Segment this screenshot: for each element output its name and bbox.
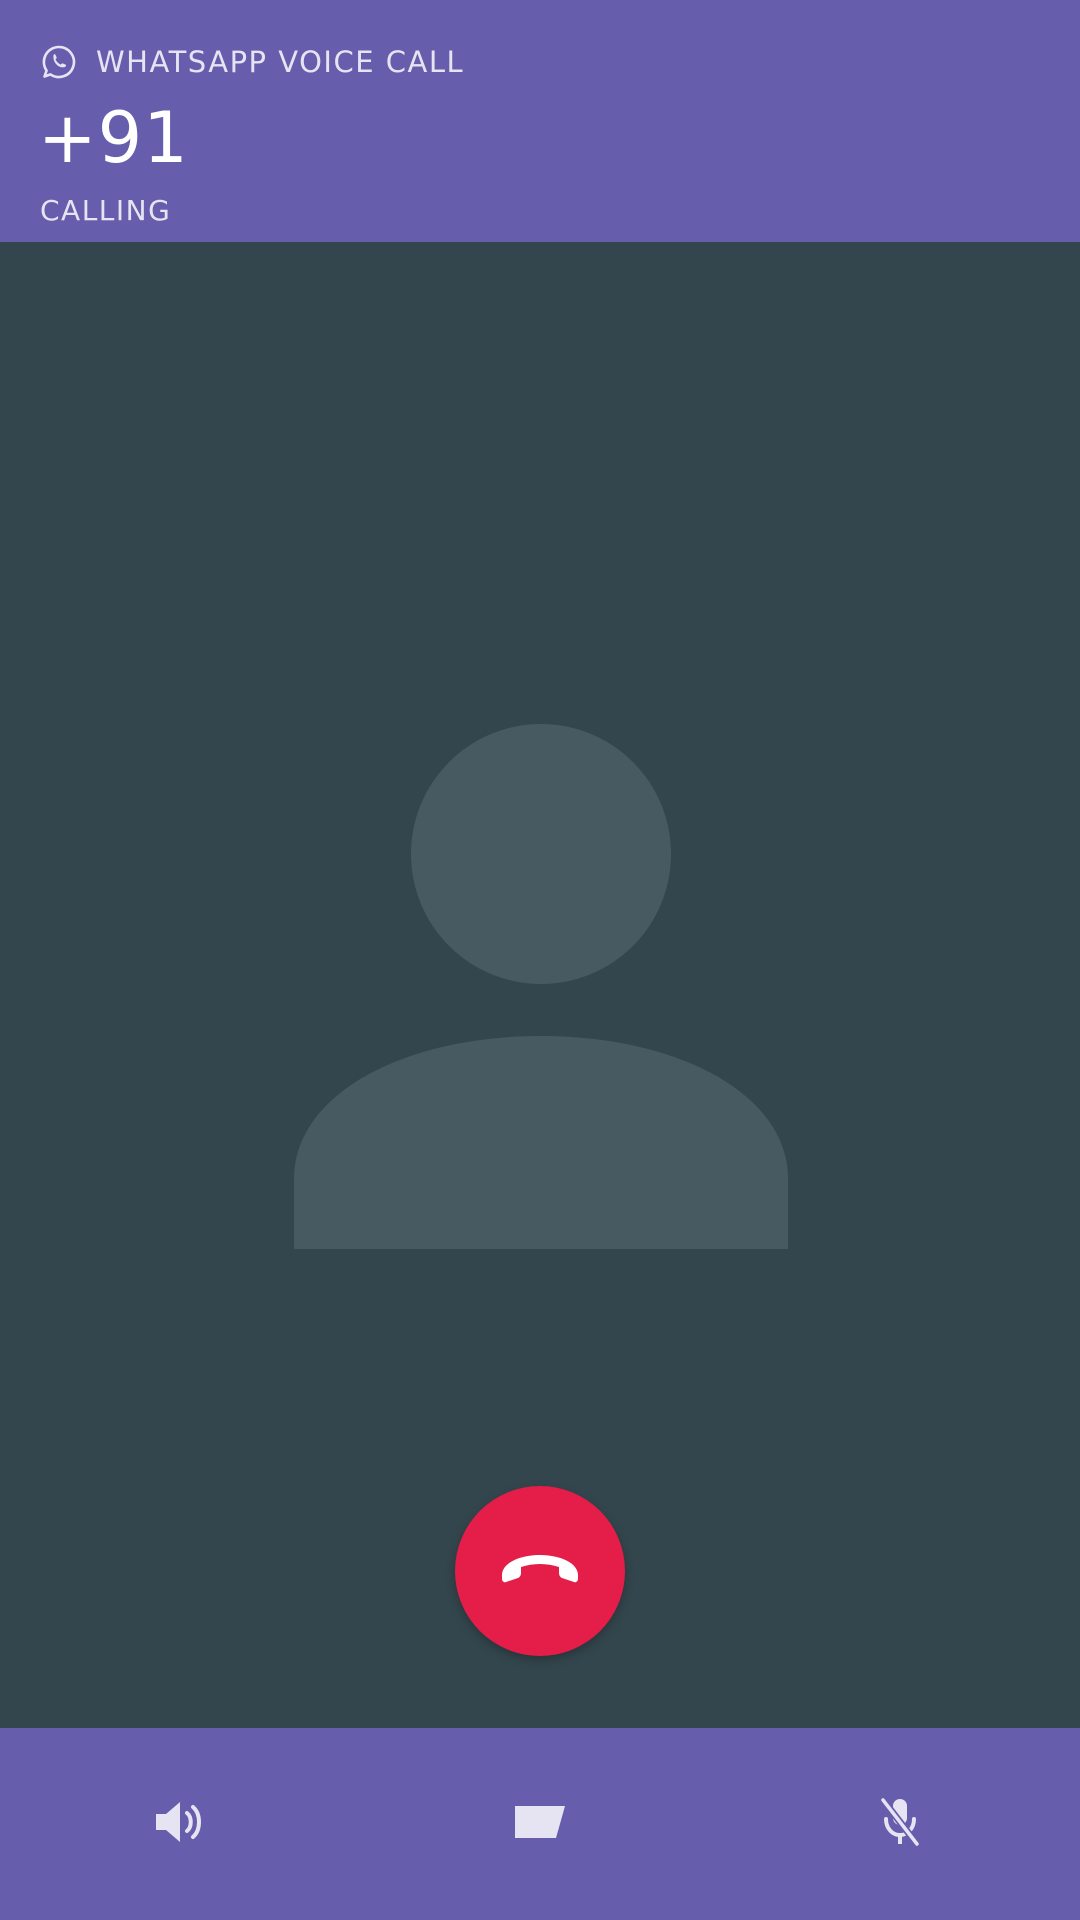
whatsapp-icon — [40, 43, 78, 81]
call-header: WHATSAPP VOICE CALL +91 CALLING — [0, 0, 1080, 242]
end-call-button[interactable] — [455, 1486, 625, 1656]
phone-hangup-icon — [498, 1549, 582, 1593]
call-screen: WHATSAPP VOICE CALL +91 CALLING — [0, 0, 1080, 1920]
video-camera-icon — [512, 1802, 568, 1846]
app-row: WHATSAPP VOICE CALL — [40, 40, 464, 84]
app-title: WHATSAPP VOICE CALL — [96, 45, 465, 79]
speaker-icon — [154, 1798, 206, 1850]
speaker-button[interactable] — [120, 1728, 240, 1920]
call-status: CALLING — [40, 194, 172, 227]
person-placeholder-icon — [294, 724, 788, 1249]
caller-number: +91 — [38, 97, 189, 179]
video-button[interactable] — [480, 1728, 600, 1920]
mute-button[interactable] — [840, 1728, 960, 1920]
microphone-off-icon — [876, 1795, 924, 1853]
call-controls-bar — [0, 1728, 1080, 1920]
